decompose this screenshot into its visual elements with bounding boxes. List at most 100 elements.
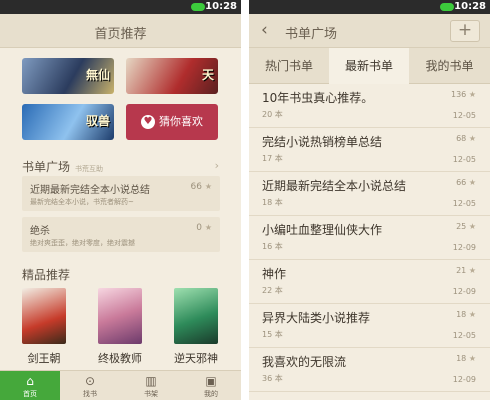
booklist-desc: 绝对爽歪歪，绝对零度，绝对震撼 bbox=[30, 239, 135, 247]
booklist-book-count: 17 本 bbox=[262, 154, 283, 163]
booklist-section-subtitle: 书荒互助 bbox=[75, 165, 104, 173]
star-icon: ★ bbox=[204, 223, 212, 232]
star-icon: ★ bbox=[468, 222, 476, 231]
booklist-title: 小编吐血整理仙侠大作 bbox=[262, 223, 383, 237]
booklist-book-count: 18 本 bbox=[262, 198, 283, 207]
book-cover-nitianxieshen[interactable] bbox=[174, 288, 218, 344]
star-icon: ★ bbox=[468, 134, 476, 143]
star-icon: ★ bbox=[468, 354, 476, 363]
add-booklist-button[interactable]: + bbox=[450, 20, 480, 42]
back-arrow-icon[interactable]: ‹ bbox=[261, 20, 268, 40]
battery-icon bbox=[191, 3, 205, 11]
booklist-row[interactable]: 小编吐血整理仙侠大作 16 本 25 ★ 12-09 bbox=[249, 216, 490, 260]
plus-icon: + bbox=[457, 20, 473, 40]
booklist-count: 66 ★ bbox=[190, 182, 213, 192]
booklist-book-count: 15 本 bbox=[262, 330, 283, 339]
booklist-row[interactable]: 我喜欢的无限流 36 本 18 ★ 12-09 bbox=[249, 348, 490, 392]
search-icon: ⊙ bbox=[84, 374, 96, 388]
booklist-favorites: 136 ★ bbox=[451, 90, 476, 99]
tab-label: 我的 bbox=[204, 390, 218, 398]
picks-section-title: 精品推荐 bbox=[22, 268, 71, 282]
booklist-title: 10年书虫真心推荐。 bbox=[262, 91, 374, 105]
booklist-favorites: 25 ★ bbox=[456, 222, 476, 231]
star-icon: ★ bbox=[468, 90, 476, 99]
cover-title: 無仙 bbox=[85, 68, 110, 82]
booklist-favorites: 18 ★ bbox=[456, 354, 476, 363]
status-bar: 10:28 bbox=[249, 0, 490, 14]
booklist-date: 12-05 bbox=[452, 331, 476, 340]
booklist-favorites: 66 ★ bbox=[456, 178, 476, 187]
booklist-count: 0 ★ bbox=[196, 223, 212, 233]
star-icon: ★ bbox=[204, 182, 212, 191]
booklist-title: 完结小说热销榜单总结 bbox=[262, 135, 383, 149]
star-icon: ★ bbox=[468, 266, 476, 275]
booklist-section-header[interactable]: 书单广场 书荒互助 bbox=[22, 158, 103, 175]
guess-button-label: 猜你喜欢 bbox=[159, 115, 203, 128]
book-cover-zhongjijiaoshi[interactable] bbox=[98, 288, 142, 344]
star-icon: ★ bbox=[468, 310, 476, 319]
bookshelf-icon: ▥ bbox=[145, 374, 157, 388]
book-title[interactable]: 终极教师 bbox=[85, 350, 155, 366]
tab-bookshelf[interactable]: ▥ 书架 bbox=[121, 371, 181, 400]
book-title[interactable]: 剑王朝 bbox=[9, 350, 79, 366]
cover-title: 驭兽 bbox=[85, 114, 110, 128]
booklist-square-screen: 10:28 ‹ 书单广场 + 热门书单 最新书单 我的书单 10年书虫真心推荐。… bbox=[249, 0, 490, 400]
booklist-desc: 最新完结全本小说，书荒者解药~ bbox=[30, 198, 134, 206]
booklist-tabs: 热门书单 最新书单 我的书单 bbox=[249, 48, 490, 84]
booklist-card[interactable]: 近期最新完结全本小说总结 66 ★ 最新完结全本小说，书荒者解药~ bbox=[22, 176, 220, 211]
tab-label: 找书 bbox=[83, 390, 97, 398]
booklist-row[interactable]: 10年书虫真心推荐。 20 本 136 ★ 12-05 bbox=[249, 84, 490, 128]
status-bar: 10:28 bbox=[0, 0, 241, 14]
booklist-favorites: 21 ★ bbox=[456, 266, 476, 275]
tab-latest-booklists[interactable]: 最新书单 bbox=[329, 48, 409, 84]
tab-my-booklists[interactable]: 我的书单 bbox=[409, 48, 490, 84]
bottom-tab-bar: ⌂ 首页 ⊙ 找书 ▥ 书架 ▣ 我的 bbox=[0, 370, 241, 400]
status-time: 10:28 bbox=[205, 1, 237, 12]
chevron-right-icon[interactable]: › bbox=[215, 159, 219, 172]
booklist-title: 绝杀 bbox=[30, 226, 50, 237]
booklist-date: 12-05 bbox=[452, 155, 476, 164]
star-icon: ★ bbox=[468, 178, 476, 187]
featured-cover-3[interactable]: 驭兽 bbox=[22, 104, 114, 140]
tab-find-books[interactable]: ⊙ 找书 bbox=[60, 371, 120, 400]
booklist-date: 12-09 bbox=[452, 243, 476, 252]
booklist-book-count: 36 本 bbox=[262, 374, 283, 383]
booklist-book-count: 16 本 bbox=[262, 242, 283, 251]
booklist-date: 12-09 bbox=[452, 375, 476, 384]
tab-profile[interactable]: ▣ 我的 bbox=[181, 371, 241, 400]
tab-label: 书架 bbox=[144, 390, 158, 398]
booklist-date: 12-09 bbox=[452, 287, 476, 296]
featured-cover-2[interactable]: 天 bbox=[126, 58, 218, 94]
booklist-card[interactable]: 绝杀 0 ★ 绝对爽歪歪，绝对零度，绝对震撼 bbox=[22, 217, 220, 252]
booklist-favorites: 18 ★ bbox=[456, 310, 476, 319]
booklist-row[interactable]: 异界大陆类小说推荐 15 本 18 ★ 12-05 bbox=[249, 304, 490, 348]
booklist-date: 12-05 bbox=[452, 111, 476, 120]
booklist-date: 12-05 bbox=[452, 199, 476, 208]
title-bar: 首页推荐 bbox=[0, 14, 241, 48]
book-title[interactable]: 逆天邪神 bbox=[161, 350, 231, 366]
home-screen: 10:28 首页推荐 無仙 天 驭兽 ♥ 猜你喜欢 书单广场 书荒互助 › 近期最新… bbox=[0, 0, 241, 400]
profile-icon: ▣ bbox=[205, 374, 217, 388]
booklist-section-title: 书单广场 bbox=[22, 160, 71, 174]
picks-section-header: 精品推荐 bbox=[22, 266, 70, 283]
booklist-title: 异界大陆类小说推荐 bbox=[262, 311, 371, 325]
status-time: 10:28 bbox=[454, 1, 486, 12]
book-cover-jianwangchao[interactable] bbox=[22, 288, 66, 344]
booklist-book-count: 20 本 bbox=[262, 110, 283, 119]
featured-cover-1[interactable]: 無仙 bbox=[22, 58, 114, 94]
booklist-row[interactable]: 神作 22 本 21 ★ 12-09 bbox=[249, 260, 490, 304]
tab-hot-booklists[interactable]: 热门书单 bbox=[249, 48, 329, 84]
booklist-row[interactable]: 完结小说热销榜单总结 17 本 68 ★ 12-05 bbox=[249, 128, 490, 172]
booklist-favorites: 68 ★ bbox=[456, 134, 476, 143]
guess-you-like-button[interactable]: ♥ 猜你喜欢 bbox=[126, 104, 218, 140]
booklist-title: 神作 bbox=[262, 267, 287, 281]
tab-home[interactable]: ⌂ 首页 bbox=[0, 371, 60, 400]
heart-icon: ♥ bbox=[141, 115, 155, 129]
booklist-row[interactable]: 近期最新完结全本小说总结 18 本 66 ★ 12-05 bbox=[249, 172, 490, 216]
booklist-title: 近期最新完结全本小说总结 bbox=[262, 179, 407, 193]
tab-label: 首页 bbox=[23, 390, 37, 398]
booklist-title: 我喜欢的无限流 bbox=[262, 355, 347, 369]
home-icon: ⌂ bbox=[26, 374, 34, 388]
cover-title: 天 bbox=[201, 68, 214, 82]
booklist-book-count: 22 本 bbox=[262, 286, 283, 295]
